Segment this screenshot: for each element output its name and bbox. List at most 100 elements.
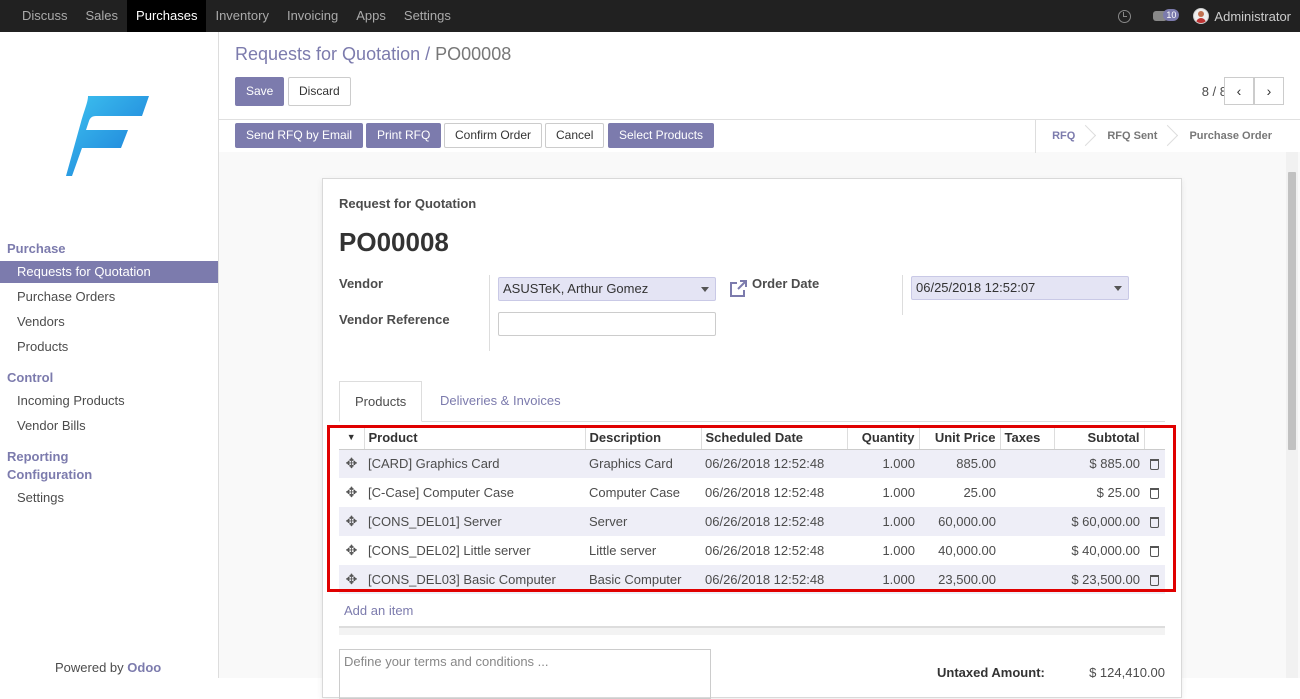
drag-handle-icon[interactable]: ✥ <box>346 484 358 500</box>
select-products-button[interactable]: Select Products <box>608 123 715 148</box>
column-quantity[interactable]: Quantity <box>847 426 920 450</box>
stage-rfq[interactable]: RFQ <box>1036 120 1091 153</box>
cell-description[interactable]: Server <box>585 507 701 536</box>
drag-handle-icon[interactable]: ✥ <box>346 513 358 529</box>
menu-purchases[interactable]: Purchases <box>127 0 207 32</box>
cell-product[interactable]: [CONS_DEL03] Basic Computer <box>364 565 585 594</box>
trash-icon[interactable] <box>1150 546 1159 558</box>
cell-subtotal[interactable]: $ 60,000.00 <box>1054 507 1144 536</box>
trash-icon[interactable] <box>1150 488 1159 500</box>
tab-products[interactable]: Products <box>339 381 423 422</box>
cell-taxes[interactable] <box>1000 507 1054 536</box>
cell-unit-price[interactable]: 40,000.00 <box>919 536 1000 565</box>
drag-handle-icon[interactable]: ✥ <box>346 455 358 471</box>
row-delete[interactable] <box>1144 507 1165 536</box>
cell-unit-price[interactable]: 23,500.00 <box>919 565 1000 594</box>
table-row[interactable]: ✥ [CONS_DEL03] Basic Computer Basic Comput… <box>339 565 1165 594</box>
sort-caret-icon[interactable]: ▼ <box>339 426 365 450</box>
column-unit-price[interactable]: Unit Price <box>919 426 1001 450</box>
vendor-reference-input[interactable] <box>498 312 716 336</box>
stage-rfq-sent[interactable]: RFQ Sent <box>1091 120 1173 153</box>
order-date-dropdown-icon[interactable] <box>1114 286 1122 291</box>
cell-scheduled-date[interactable]: 06/26/2018 12:52:48 <box>701 536 847 565</box>
tab-deliveries-invoices[interactable]: Deliveries & Invoices <box>425 381 576 422</box>
cell-description[interactable]: Computer Case <box>585 478 701 507</box>
menu-sales[interactable]: Sales <box>77 0 128 32</box>
column-scheduled-date[interactable]: Scheduled Date <box>701 426 848 450</box>
table-row[interactable]: ✥ [CONS_DEL02] Little server Little server… <box>339 536 1165 565</box>
add-item-link[interactable]: Add an item <box>344 603 413 618</box>
activity-clock-icon[interactable] <box>1118 9 1132 23</box>
cell-taxes[interactable] <box>1000 449 1054 478</box>
menu-inventory[interactable]: Inventory <box>206 0 277 32</box>
cell-unit-price[interactable]: 885.00 <box>919 449 1000 478</box>
cell-scheduled-date[interactable]: 06/26/2018 12:52:48 <box>701 565 847 594</box>
confirm-order-button[interactable]: Confirm Order <box>444 123 543 148</box>
section-reporting[interactable]: Reporting <box>7 449 68 464</box>
external-link-icon[interactable] <box>728 279 748 299</box>
cell-description[interactable]: Graphics Card <box>585 449 701 478</box>
cell-description[interactable]: Basic Computer <box>585 565 701 594</box>
table-row[interactable]: ✥ [C-Case] Computer Case Computer Case 06/2… <box>339 478 1165 507</box>
menu-apps[interactable]: Apps <box>347 0 395 32</box>
row-delete[interactable] <box>1144 478 1165 507</box>
trash-icon[interactable] <box>1150 517 1159 529</box>
save-button[interactable]: Save <box>235 77 285 106</box>
column-subtotal[interactable]: Subtotal <box>1054 426 1145 450</box>
cell-scheduled-date[interactable]: 06/26/2018 12:52:48 <box>701 507 847 536</box>
cell-scheduled-date[interactable]: 06/26/2018 12:52:48 <box>701 449 847 478</box>
scrollbar-thumb[interactable] <box>1288 172 1296 450</box>
user-avatar[interactable] <box>1193 8 1210 24</box>
sidebar-item-products[interactable]: Products <box>0 336 218 358</box>
row-delete[interactable] <box>1144 449 1165 478</box>
terms-textarea[interactable]: Define your terms and conditions ... <box>339 649 711 699</box>
row-delete[interactable] <box>1144 536 1165 565</box>
cell-taxes[interactable] <box>1000 478 1054 507</box>
menu-discuss[interactable]: Discuss <box>13 0 77 32</box>
cell-product[interactable]: [CONS_DEL02] Little server <box>364 536 585 565</box>
sidebar-item-incoming-products[interactable]: Incoming Products <box>0 390 218 412</box>
row-handle[interactable]: ✥ <box>339 478 364 507</box>
menu-settings[interactable]: Settings <box>395 0 460 32</box>
vendor-field[interactable]: ASUSTeK, Arthur Gomez <box>498 277 716 301</box>
cell-unit-price[interactable]: 60,000.00 <box>919 507 1000 536</box>
cell-subtotal[interactable]: $ 40,000.00 <box>1054 536 1144 565</box>
cell-unit-price[interactable]: 25.00 <box>919 478 1000 507</box>
user-menu[interactable]: Administrator <box>1214 9 1291 24</box>
table-row[interactable]: ✥ [CARD] Graphics Card Graphics Card 06/26/… <box>339 449 1165 478</box>
row-handle[interactable]: ✥ <box>339 449 364 478</box>
message-count-badge[interactable]: 10 <box>1163 9 1180 21</box>
drag-handle-icon[interactable]: ✥ <box>346 542 358 558</box>
sidebar-item-vendors[interactable]: Vendors <box>0 311 218 333</box>
cell-quantity[interactable]: 1.000 <box>847 507 919 536</box>
cell-subtotal[interactable]: $ 23,500.00 <box>1054 565 1144 594</box>
cell-product[interactable]: [CONS_DEL01] Server <box>364 507 585 536</box>
column-taxes[interactable]: Taxes <box>1000 426 1055 450</box>
send-rfq-email-button[interactable]: Send RFQ by Email <box>235 123 364 148</box>
cell-product[interactable]: [C-Case] Computer Case <box>364 478 585 507</box>
cell-quantity[interactable]: 1.000 <box>847 478 919 507</box>
breadcrumb-parent[interactable]: Requests for Quotation <box>235 44 420 64</box>
cancel-button[interactable]: Cancel <box>545 123 605 148</box>
stage-purchase-order[interactable]: Purchase Order <box>1173 120 1288 153</box>
cell-quantity[interactable]: 1.000 <box>847 449 919 478</box>
sidebar-item-purchase-orders[interactable]: Purchase Orders <box>0 286 218 308</box>
menu-invoicing[interactable]: Invoicing <box>278 0 347 32</box>
cell-quantity[interactable]: 1.000 <box>847 536 919 565</box>
sidebar-item-vendor-bills[interactable]: Vendor Bills <box>0 415 218 437</box>
odoo-link[interactable]: Odoo <box>127 660 161 675</box>
order-date-field[interactable]: 06/25/2018 12:52:07 <box>911 276 1129 300</box>
scrollbar[interactable] <box>1286 152 1298 678</box>
cell-taxes[interactable] <box>1000 565 1054 594</box>
cell-product[interactable]: [CARD] Graphics Card <box>364 449 585 478</box>
row-handle[interactable]: ✥ <box>339 507 364 536</box>
table-row[interactable]: ✥ [CONS_DEL01] Server Server 06/26/2018 12:… <box>339 507 1165 536</box>
cell-taxes[interactable] <box>1000 536 1054 565</box>
cell-quantity[interactable]: 1.000 <box>847 565 919 594</box>
pager-previous-button[interactable]: ‹ <box>1224 77 1254 105</box>
cell-subtotal[interactable]: $ 25.00 <box>1054 478 1144 507</box>
sidebar-item-settings[interactable]: Settings <box>0 487 218 509</box>
row-delete[interactable] <box>1144 565 1165 594</box>
sidebar-item-requests-for-quotation[interactable]: Requests for Quotation <box>0 261 218 283</box>
trash-icon[interactable] <box>1150 575 1159 587</box>
